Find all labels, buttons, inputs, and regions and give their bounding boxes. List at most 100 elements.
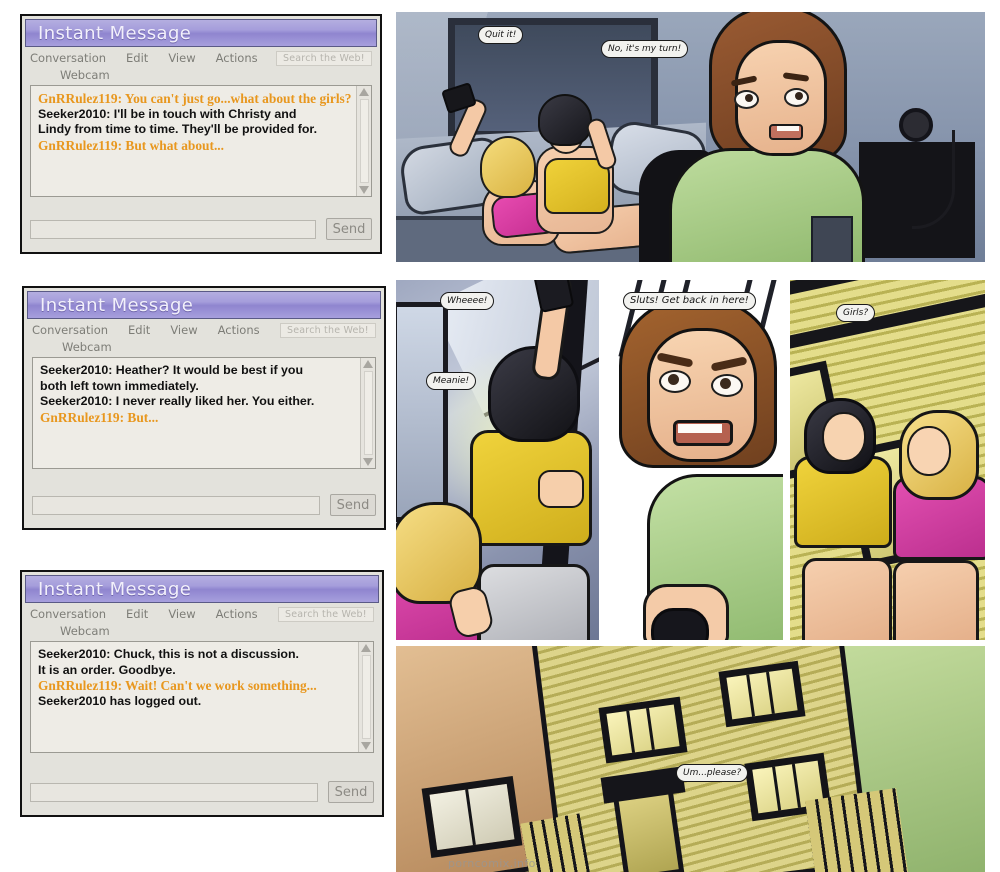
comic-panel-hallway: Wheeee! Meanie! [396, 280, 599, 640]
scroll-up-icon[interactable] [359, 88, 369, 96]
menu-item-view[interactable]: View [168, 51, 195, 65]
search-web-input[interactable]: Search the Web! [280, 323, 376, 338]
dark-haired-girl-legs [802, 558, 892, 640]
window-pane-divider [746, 674, 756, 717]
window-pane-divider [465, 789, 476, 846]
window-pane-divider [646, 707, 655, 750]
comic-panel-angry-guy: Sluts! Get back in here! [607, 280, 783, 640]
instant-message-window-1[interactable]: Instant Message Conversation Edit View A… [20, 14, 382, 254]
chat-scrollbar[interactable] [360, 358, 375, 468]
window-title-bar: Instant Message [27, 291, 381, 319]
instant-message-window-2[interactable]: Instant Message Conversation Edit View A… [22, 286, 386, 530]
menu-bar: Conversation Edit View Actions Help Sear… [22, 47, 380, 85]
menu-item-actions[interactable]: Actions [216, 51, 258, 65]
chat-line: Seeker2010 has logged out. [38, 693, 202, 708]
blonde-girl-hair [480, 136, 536, 198]
guy-teeth [777, 126, 799, 131]
instant-message-window-3[interactable]: Instant Message Conversation Edit View A… [20, 570, 384, 817]
scrollbar-track[interactable] [363, 371, 373, 455]
hallway-door [396, 302, 448, 522]
search-placeholder: Search the Web! [283, 53, 365, 64]
chat-transcript: Seeker2010: Heather? It would be best if… [32, 357, 376, 469]
dark-haired-girl-hair [538, 94, 592, 146]
chat-line: Seeker2010: I'll be in touch with Christ… [38, 106, 297, 121]
message-compose-row: Send [30, 218, 372, 240]
speech-bubble: Um...please? [676, 764, 749, 782]
scroll-down-icon[interactable] [361, 742, 371, 750]
search-placeholder: Search the Web! [285, 609, 367, 620]
menu-item-actions[interactable]: Actions [216, 607, 258, 621]
dark-haired-girl-hand [538, 470, 584, 508]
menu-item-webcam[interactable]: Webcam [32, 340, 378, 354]
comic-panel-bedroom: Quit it! No, it's my turn! [396, 12, 985, 262]
chat-line: Seeker2010: I never really liked her. Yo… [40, 394, 315, 409]
comic-panel-outside-siding: Girls? [790, 280, 985, 640]
send-button[interactable]: Send [328, 781, 374, 803]
menu-item-edit[interactable]: Edit [126, 51, 148, 65]
scrollbar-track[interactable] [361, 655, 371, 739]
menu-item-view[interactable]: View [168, 607, 195, 621]
house-window [598, 696, 688, 764]
window-title: Instant Message [40, 294, 194, 316]
menu-item-edit[interactable]: Edit [126, 607, 148, 621]
scroll-down-icon[interactable] [359, 186, 369, 194]
message-compose-row: Send [32, 494, 376, 516]
message-compose-row: Send [30, 781, 374, 803]
dark-haired-girl-shorts [478, 564, 590, 640]
chat-scrollbar[interactable] [358, 642, 373, 752]
window-title: Instant Message [38, 22, 192, 44]
chat-scrollbar[interactable] [356, 86, 371, 196]
menu-item-webcam[interactable]: Webcam [30, 68, 374, 82]
held-object [651, 608, 709, 640]
menu-bar: Conversation Edit View Actions Help Sear… [24, 319, 384, 357]
chat-transcript: GnRRulez119: You can't just go...what ab… [30, 85, 372, 197]
fence-right [805, 788, 909, 872]
chat-line: Lindy from time to time. They'll be prov… [38, 122, 318, 137]
message-input[interactable] [32, 495, 320, 515]
guy-pupil-left [668, 374, 679, 385]
menu-item-actions[interactable]: Actions [218, 323, 260, 337]
window-pane-divider [626, 710, 636, 753]
window-title-bar: Instant Message [25, 19, 377, 47]
chat-transcript: Seeker2010: Chuck, this is not a discuss… [30, 641, 374, 753]
chat-line: GnRRulez119: Wait! Can't we work somethi… [38, 678, 317, 694]
speech-bubble: No, it's my turn! [601, 40, 689, 58]
guy-pupil-right [720, 378, 731, 389]
window-title-bar: Instant Message [25, 575, 379, 603]
guy-pupil-right [795, 92, 803, 100]
speech-bubble: Meanie! [426, 372, 477, 390]
scroll-up-icon[interactable] [361, 644, 371, 652]
chat-line: both left town immediately. [40, 378, 199, 393]
house-window [421, 775, 523, 859]
speech-bubble: Girls? [836, 304, 876, 322]
menu-item-webcam[interactable]: Webcam [30, 624, 376, 638]
comic-panel-house-exterior: Um...please? porncomix.info [396, 646, 985, 872]
blonde-girl-legs [893, 560, 979, 640]
computer-tower [811, 216, 853, 262]
window-pane-divider [772, 766, 782, 811]
chat-line: GnRRulez119: But... [40, 409, 159, 425]
speech-bubble: Wheeee! [440, 292, 495, 310]
message-input[interactable] [30, 219, 316, 239]
menu-item-view[interactable]: View [170, 323, 197, 337]
scroll-up-icon[interactable] [363, 360, 373, 368]
search-placeholder: Search the Web! [287, 325, 369, 336]
message-input[interactable] [30, 782, 318, 802]
scrollbar-track[interactable] [359, 99, 369, 183]
guy-pupil-left [745, 94, 753, 102]
menu-item-edit[interactable]: Edit [128, 323, 150, 337]
menu-item-conversation[interactable]: Conversation [30, 51, 106, 65]
house-window [718, 660, 806, 728]
menu-item-conversation[interactable]: Conversation [32, 323, 108, 337]
chat-line: It is an order. Goodbye. [38, 662, 176, 677]
menu-item-conversation[interactable]: Conversation [30, 607, 106, 621]
chat-line: GnRRulez119: You can't just go...what ab… [38, 91, 352, 106]
dark-haired-girl-face [822, 412, 866, 462]
blonde-girl-face [907, 426, 951, 476]
speech-bubble: Sluts! Get back in here! [623, 292, 756, 310]
send-button[interactable]: Send [330, 494, 376, 516]
send-button[interactable]: Send [326, 218, 372, 240]
search-web-input[interactable]: Search the Web! [276, 51, 372, 66]
search-web-input[interactable]: Search the Web! [278, 607, 374, 622]
scroll-down-icon[interactable] [363, 458, 373, 466]
